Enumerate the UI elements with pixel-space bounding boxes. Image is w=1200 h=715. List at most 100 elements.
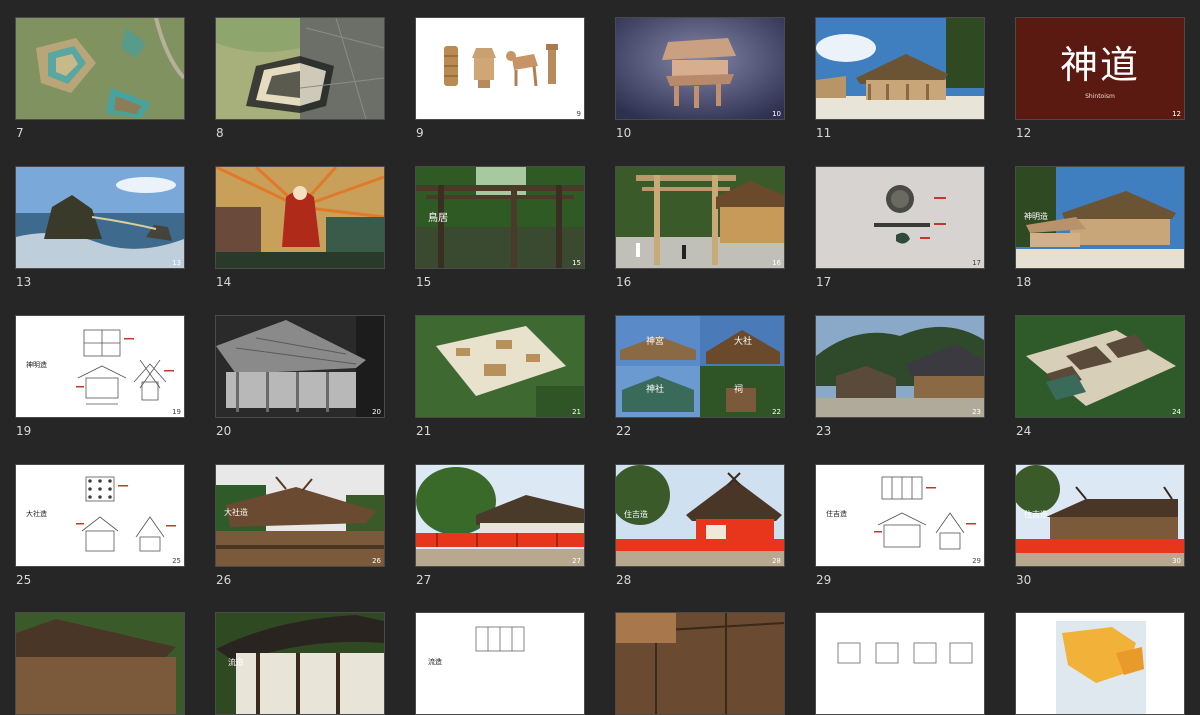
slide-number: 19 [16,424,32,438]
slide-label: 流造 [428,658,442,666]
aerial-comparison-image [216,18,384,119]
imperial-regalia-image [816,167,984,268]
slide-thumbnail[interactable]: 住吉造 29 [815,464,985,567]
slide-number: 16 [616,275,632,289]
slide-thumbnail[interactable]: 神明造 19 [15,315,185,418]
slide-label: 大社造 [26,510,47,518]
slide-corner-number: 16 [772,259,781,267]
slide-thumbnail[interactable]: . 9 [415,17,585,120]
slide-thumbnail[interactable]: 流造 [215,612,385,715]
slide-label: 住吉造 [826,510,847,518]
shrine-complex-aerial-image [1016,316,1184,417]
taisha-shrine-image [816,316,984,417]
slide-corner-number: 26 [372,557,381,565]
slide-thumbnail[interactable] [215,17,385,120]
slide-corner-number: 24 [1172,408,1181,416]
shrine-model-aerial-image [416,316,584,417]
asia-map-image [1016,613,1184,714]
torii-shrine-image [616,167,784,268]
slide-number: 28 [616,573,632,587]
slide-thumbnail[interactable]: 神道 Shintoism 12 [1015,17,1185,120]
wedded-rocks-image [16,167,184,268]
slide-corner-number: 19 [172,408,181,416]
slide-number: 22 [616,424,632,438]
black-white-shrine-image [216,316,384,417]
slide-thumbnail[interactable]: 13 [15,166,185,269]
slide-thumbnail[interactable]: 20 [215,315,385,418]
slide-corner-number: 23 [972,408,981,416]
slide-corner-number: 21 [572,408,581,416]
slide-corner-number: 9 [576,110,581,118]
title-text: 神道 [1059,43,1140,87]
slide-corner-number: 28 [772,557,781,565]
slide-corner-number: 10 [772,110,781,118]
slide-thumbnail[interactable]: 27 [415,464,585,567]
slide-number: 21 [416,424,432,438]
slide-thumbnail[interactable]: 神宮 大社 神社 祠 22 [615,315,785,418]
slide-number: 26 [216,573,232,587]
slide-label: 祠 [734,385,744,395]
slide-label: 鳥居 [428,213,448,224]
slide-label: 神宮 [646,337,665,347]
shrine-photo-image [816,18,984,119]
slide-thumbnail[interactable]: 17 [815,166,985,269]
slide-corner-number: 27 [572,557,581,565]
slide-number: 10 [616,126,632,140]
slide-thumbnail[interactable]: 大社造 26 [215,464,385,567]
slide-number: 8 [216,126,224,140]
slide-corner-number: 17 [972,259,981,267]
slide-thumbnail[interactable]: 住吉造 30 [1015,464,1185,567]
wooden-shrine-image [16,613,184,714]
slide-number: 20 [216,424,232,438]
slide-number: 9 [416,126,424,140]
slide-number: 30 [1016,573,1032,587]
slide-thumbnail[interactable]: 24 [1015,315,1185,418]
slide-label: 大社 [734,337,753,347]
shrine-types-quad-image [616,316,784,417]
slide-thumbnail[interactable]: 流造 [415,612,585,715]
red-fence-shrine-image [416,465,584,566]
slide-number: 27 [416,573,432,587]
slide-label: 大社造 [224,508,248,517]
slide-number: 12 [1016,126,1032,140]
slide-thumbnail[interactable] [1015,612,1185,715]
slide-number: 25 [16,573,32,587]
aerial-photo-image [16,18,184,119]
slide-thumbnail[interactable]: 鳥居 15 [415,166,585,269]
slide-corner-number: 12 [1172,110,1181,118]
slide-thumbnail[interactable] [615,612,785,715]
slide-label: 住吉造 [624,510,648,519]
slide-corner-number: 30 [1172,557,1181,565]
slide-number: 18 [1016,275,1032,289]
slide-thumbnail[interactable]: 10 [615,17,785,120]
clay-house-model-image [616,18,784,119]
slide-thumbnail[interactable] [15,612,185,715]
slide-number: 17 [816,275,832,289]
slide-thumbnail[interactable]: 23 [815,315,985,418]
slide-number: 29 [816,573,832,587]
slide-number: 13 [16,275,32,289]
slide-label: 神明造 [26,361,47,369]
slide-corner-number: 29 [972,557,981,565]
slide-label: 神社 [646,385,665,395]
slide-thumbnail[interactable]: . [15,17,185,120]
subtitle-text: Shintoism [1085,93,1115,100]
slide-thumbnail[interactable] [215,166,385,269]
slide-label: 住吉造 [1024,510,1048,519]
slide-thumbnail[interactable]: 21 [415,315,585,418]
slide-number: 24 [1016,424,1032,438]
shrine-interior-image [616,613,784,714]
slide-thumbnail[interactable] [815,612,985,715]
style-comparison-drawing [816,613,984,714]
slide-thumbnail[interactable]: 住吉造 28 [615,464,785,567]
slide-corner-number: 15 [572,259,581,267]
slide-thumbnail[interactable]: 神明造 [1015,166,1185,269]
slide-thumbnail[interactable]: 16 [615,166,785,269]
slide-number: 7 [16,126,24,140]
slide-sorter-grid: . 7 8 . 9 9 10 10 11 神道 Shintoism 12 12 … [0,0,1200,715]
slide-corner-number: 25 [172,557,181,565]
slide-thumbnail[interactable] [815,17,985,120]
slide-thumbnail[interactable]: 大社造 25 [15,464,185,567]
slide-number: 14 [216,275,232,289]
slide-corner-number: 22 [772,408,781,416]
